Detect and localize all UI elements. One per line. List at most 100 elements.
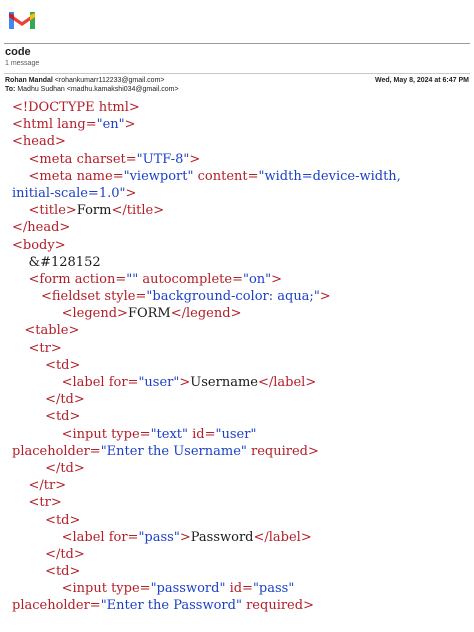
code-token: <meta: [28, 151, 77, 167]
code-token: <input: [61, 426, 112, 442]
code-token: autocomplete=: [138, 271, 243, 287]
code-line: <body>: [12, 237, 470, 254]
code-token: &#128152: [12, 254, 101, 270]
code-line: <label for="pass">Password</label>: [12, 529, 470, 546]
code-token: "pass": [138, 529, 180, 545]
code-token: <head>: [12, 134, 66, 150]
code-token: type=: [111, 581, 151, 597]
code-token: placeholder=: [12, 443, 101, 459]
code-token: <td>: [45, 564, 81, 580]
code-token: <fieldset: [40, 289, 105, 305]
message-count: 1 message: [5, 60, 40, 67]
code-token: "text": [150, 426, 188, 442]
code-token: <input: [61, 581, 112, 597]
code-token: <table>: [24, 323, 80, 339]
code-token: placeholder=: [12, 598, 101, 614]
code-line: <meta charset="UTF-8">: [12, 151, 470, 168]
code-token: "UTF-8": [136, 151, 190, 167]
code-line: </head>: [12, 219, 470, 236]
code-token: >: [303, 598, 314, 614]
code-token: content=: [193, 168, 259, 184]
code-token: "password": [150, 581, 226, 597]
code-line: <tr>: [12, 494, 470, 511]
code-line: <td>: [12, 563, 470, 580]
code-token: <body>: [12, 237, 66, 253]
code-line: <tr>: [12, 340, 470, 357]
code-token: "viewport": [123, 168, 194, 184]
code-line: placeholder="Enter the Username" require…: [12, 443, 470, 460]
code-token: </label>: [253, 529, 312, 545]
code-line: <table>: [12, 322, 470, 339]
code-token: FORM: [127, 306, 171, 322]
gmail-logo-icon: [9, 12, 35, 29]
code-token: </td>: [45, 392, 85, 408]
code-line: </td>: [12, 546, 470, 563]
code-token: "pass": [252, 581, 295, 597]
code-line: initial-scale=1.0">: [12, 185, 470, 202]
email-recipient: To: Madhu Sudhan <madhu.kamakshi034@gmai…: [5, 86, 179, 93]
code-token: type=: [111, 426, 151, 442]
code-token: Username: [190, 375, 258, 390]
email-date: Wed, May 8, 2024 at 6:47 PM: [374, 77, 469, 84]
code-token: name=: [76, 168, 124, 184]
code-token: <html: [12, 117, 58, 133]
code-token: initial-scale=1.0": [12, 185, 126, 201]
code-line: <label for="user">Username</label>: [12, 374, 470, 391]
code-token: <meta: [28, 168, 77, 184]
code-token: <td>: [45, 357, 81, 373]
code-token: "user": [215, 426, 257, 442]
code-line: <td>: [12, 408, 470, 425]
code-token: <!DOCTYPE html>: [12, 100, 140, 115]
code-token: "": [126, 271, 139, 287]
code-token: "Enter the Password": [100, 598, 242, 614]
code-token: </td>: [45, 546, 85, 562]
code-token: "user": [138, 375, 180, 390]
code-token: </title>: [111, 203, 165, 219]
code-token: "width=device-width,: [258, 168, 401, 184]
code-line: <head>: [12, 133, 470, 150]
code-token: Form: [76, 203, 112, 219]
code-line: <html lang="en">: [12, 116, 470, 133]
sender-name: Rohan Mandal: [5, 77, 53, 84]
code-token: "on": [242, 271, 272, 287]
header-divider: [4, 43, 470, 44]
code-token: >: [271, 271, 283, 287]
code-line: &#128152: [12, 254, 470, 271]
code-token: <title>: [28, 203, 77, 219]
code-line: </td>: [12, 460, 470, 477]
code-line: <form action="" autocomplete="on">: [12, 271, 470, 288]
code-token: >: [308, 443, 319, 459]
code-token: Password: [190, 529, 254, 545]
code-token: lang=: [57, 117, 97, 133]
code-token: for=: [108, 375, 139, 390]
code-token: >: [319, 289, 331, 305]
recipient: Madhu Sudhan <madhu.kamakshi034@gmail.co…: [17, 86, 179, 93]
code-line: placeholder="Enter the Password" require…: [12, 597, 470, 614]
code-token: <label: [61, 375, 109, 390]
subject-divider: [4, 73, 470, 74]
code-token: <legend>: [61, 306, 128, 322]
code-token: required: [246, 443, 308, 459]
code-line: <!DOCTYPE html>: [12, 99, 470, 116]
code-token: </legend>: [170, 306, 242, 322]
code-line: <td>: [12, 357, 470, 374]
code-token: >: [124, 117, 136, 133]
code-token: charset=: [76, 151, 137, 167]
code-token: required: [241, 598, 304, 614]
code-token: <td>: [45, 512, 81, 528]
code-line: <title>Form</title>: [12, 202, 470, 219]
code-token: </tr>: [28, 478, 67, 494]
